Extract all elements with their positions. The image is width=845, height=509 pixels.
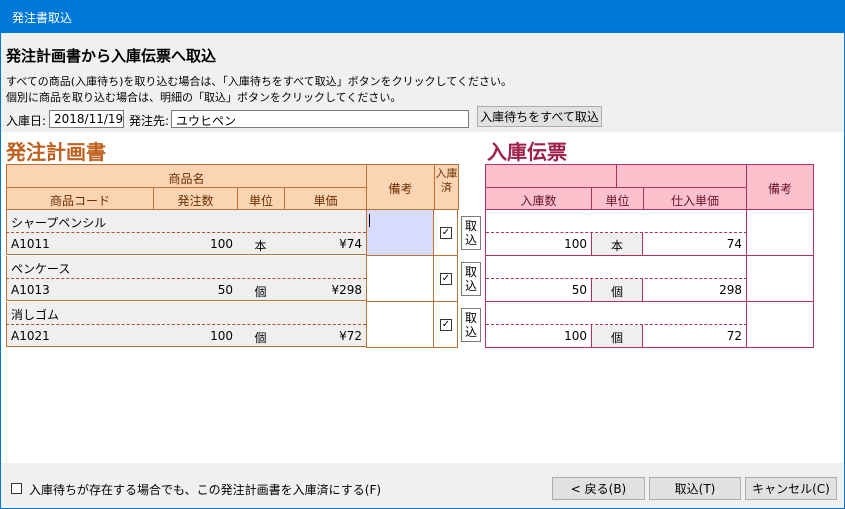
row3-unit: 個	[237, 325, 285, 347]
cancel-button[interactable]: キャンセル(C)	[745, 477, 837, 500]
import-all-button[interactable]: 入庫待ちをすべて取込	[477, 106, 602, 127]
title-bar: 発注書取込	[0, 0, 845, 33]
receipt-row2-memo[interactable]	[746, 256, 814, 302]
header-received-qty: 入庫数	[485, 187, 592, 210]
row2-unit: 個	[237, 279, 285, 301]
receipt-row3-unit: 個	[591, 325, 643, 347]
row1-unit: 本	[237, 233, 285, 255]
row3-order-qty: 100	[153, 325, 238, 347]
text-cursor	[369, 214, 370, 227]
supplier-label: 発注先:	[129, 114, 170, 128]
header-memo: 備考	[366, 164, 435, 210]
row1-received-checkbox[interactable]: ✓	[440, 227, 452, 239]
order-plan-title: 発注計画書	[6, 140, 106, 164]
back-button[interactable]: < 戻る(B)	[552, 477, 645, 500]
header-right-blank-1	[485, 164, 617, 188]
header-unit-price: 単価	[284, 187, 367, 210]
receipt-row2-price[interactable]: 298	[643, 279, 746, 301]
row1-product-name: シャープペンシル	[6, 210, 366, 233]
instruction-line-2: 個別に商品を取り込む場合は、明細の「取込」ボタンをクリックしてください。	[6, 91, 402, 104]
header-received: 入庫済	[434, 164, 459, 210]
receipt-row3-qty[interactable]: 100	[485, 325, 591, 347]
header-product-code: 商品コード	[6, 187, 154, 210]
row1-order-qty: 100	[153, 233, 238, 255]
instruction-line-1: すべての商品(入庫待ち)を取り込む場合は、「入庫待ちをすべて取込」ボタンをクリッ…	[6, 75, 512, 88]
header-product-name: 商品名	[6, 164, 367, 188]
row2-received-cell: ✓	[434, 256, 458, 302]
row2-product-code: A1013	[6, 279, 154, 301]
mark-complete-checkbox[interactable]	[11, 483, 22, 494]
page-heading: 発注計画書から入庫伝票へ取込	[6, 47, 217, 65]
window-title: 発注書取込	[12, 11, 73, 25]
row3-import-button[interactable]: 取込	[461, 308, 481, 342]
row3-unit-price: ¥72	[284, 325, 367, 347]
supplier-field[interactable]: ユウヒペン	[171, 110, 469, 128]
row1-received-cell: ✓	[434, 210, 458, 256]
row2-import-button[interactable]: 取込	[461, 262, 481, 296]
receipt-row1-memo[interactable]	[746, 210, 814, 256]
row2-unit-price: ¥298	[284, 279, 367, 301]
header-order-qty: 発注数	[153, 187, 238, 210]
receipt-row1-unit: 本	[591, 233, 643, 255]
header-right-blank-2	[616, 164, 747, 188]
row3-product-name: 消しゴム	[6, 302, 366, 325]
row1-import-button[interactable]: 取込	[461, 216, 481, 250]
header-right-unit: 単位	[591, 187, 644, 210]
row3-product-code: A1021	[6, 325, 154, 347]
receipt-row2-unit: 個	[591, 279, 643, 301]
row3-memo-field[interactable]	[366, 302, 434, 348]
receipt-row2-qty[interactable]: 50	[485, 279, 591, 301]
date-field[interactable]: 2018/11/19	[49, 110, 124, 128]
row2-product-name: ペンケース	[6, 256, 366, 279]
receipt-row1-price[interactable]: 74	[643, 233, 746, 255]
header-unit: 単位	[237, 187, 285, 210]
row1-memo-field[interactable]	[366, 210, 434, 256]
row2-memo-field[interactable]	[366, 256, 434, 302]
row2-order-qty: 50	[153, 279, 238, 301]
header-right-memo: 備考	[746, 164, 814, 210]
row1-product-code: A1011	[6, 233, 154, 255]
mark-complete-label: 入庫待ちが存在する場合でも、この発注計画書を入庫済にする(F)	[29, 483, 382, 497]
row1-unit-price: ¥74	[284, 233, 367, 255]
receipt-row3-price[interactable]: 72	[643, 325, 746, 347]
row2-received-checkbox[interactable]: ✓	[440, 273, 452, 285]
date-label: 入庫日:	[6, 114, 47, 128]
receipt-slip-title: 入庫伝票	[487, 140, 567, 164]
row3-received-cell: ✓	[434, 302, 458, 348]
receipt-row3-memo[interactable]	[746, 302, 814, 348]
header-purchase-price: 仕入単価	[643, 187, 747, 210]
receipt-row1-qty[interactable]: 100	[485, 233, 591, 255]
import-button[interactable]: 取込(T)	[649, 477, 741, 500]
row3-received-checkbox[interactable]: ✓	[440, 319, 452, 331]
